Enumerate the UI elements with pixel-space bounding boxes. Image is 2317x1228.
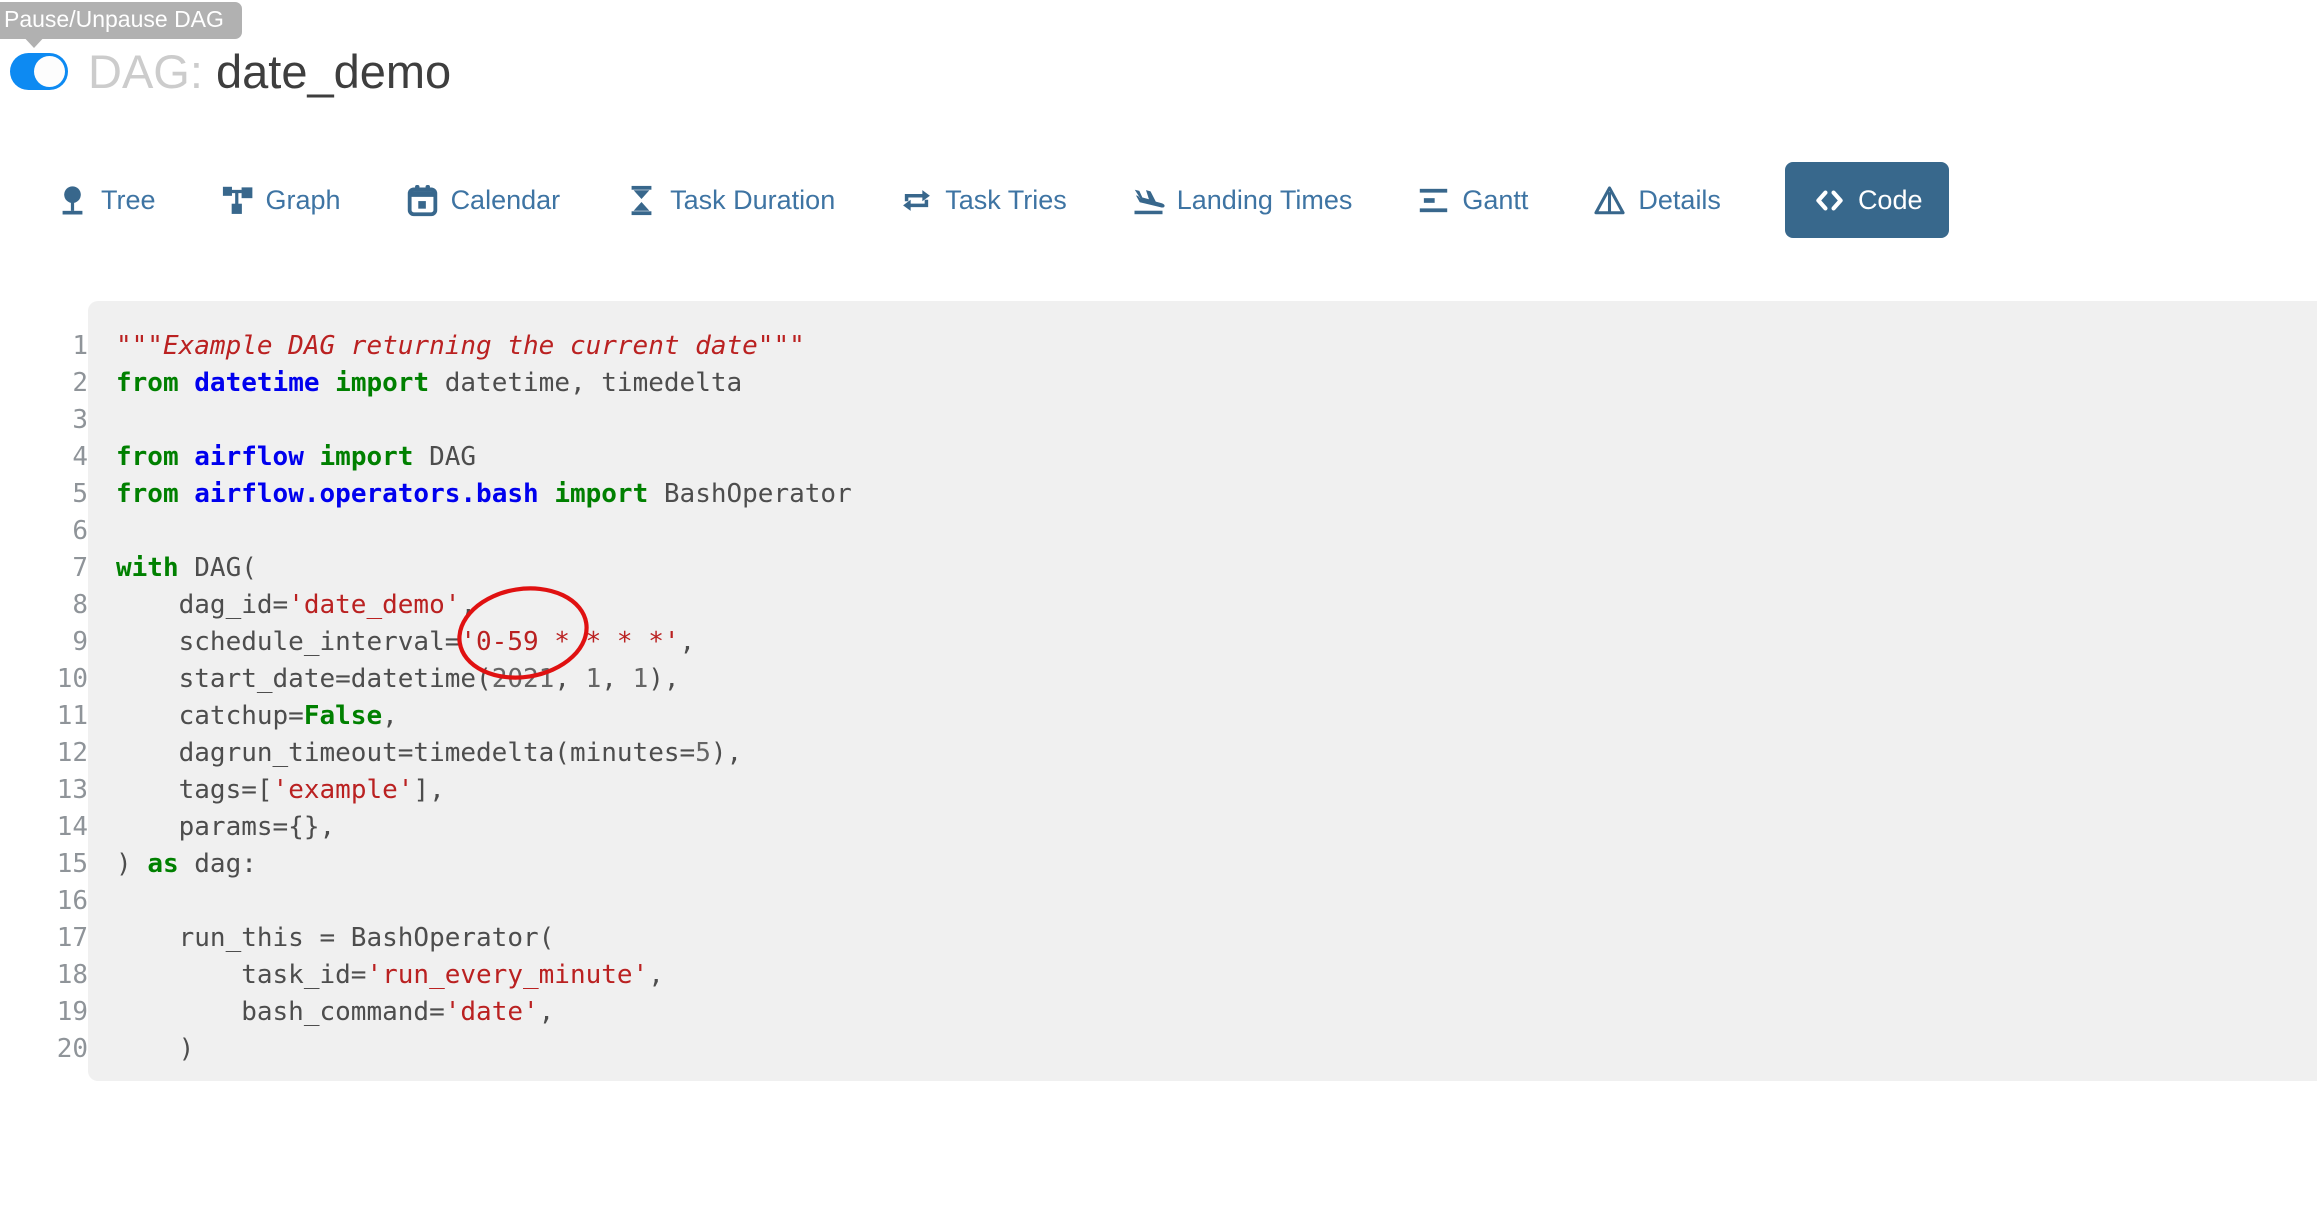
tab-label: Task Duration — [670, 185, 835, 216]
tab-label: Details — [1638, 185, 1721, 216]
code-line: dagrun_timeout=timedelta(minutes=5), — [116, 735, 2313, 772]
code-line: with DAG( — [116, 550, 2313, 587]
line-number: 4 — [0, 439, 88, 476]
line-number: 10 — [0, 661, 88, 698]
line-number: 3 — [0, 402, 88, 439]
code-line: run_this = BashOperator( — [116, 920, 2313, 957]
code-block: """Example DAG returning the current dat… — [88, 301, 2317, 1081]
hourglass-icon — [624, 183, 659, 218]
line-number: 13 — [0, 772, 88, 809]
line-number: 19 — [0, 994, 88, 1031]
tab-task-duration[interactable]: Task Duration — [624, 183, 835, 218]
code-line: from airflow.operators.bash import BashO… — [116, 476, 2313, 513]
code-line — [116, 513, 2313, 550]
code-line: dag_id='date_demo', — [116, 587, 2313, 624]
dag-title-prefix: DAG: — [88, 45, 203, 98]
dag-code-view: 1234567891011121314151617181920 """Examp… — [0, 301, 2317, 1081]
tab-gantt[interactable]: Gantt — [1416, 183, 1528, 218]
code-line: bash_command='date', — [116, 994, 2313, 1031]
dag-name: date_demo — [216, 45, 451, 98]
code-line: """Example DAG returning the current dat… — [116, 328, 2313, 365]
airflow-dag-code-page: Pause/Unpause DAG DAG: date_demo Tree — [0, 0, 2317, 1228]
code-line: start_date=datetime(2021, 1, 1), — [116, 661, 2313, 698]
line-number: 7 — [0, 550, 88, 587]
tab-label: Graph — [266, 185, 341, 216]
tab-label: Task Tries — [945, 185, 1067, 216]
line-number: 12 — [0, 735, 88, 772]
line-number: 14 — [0, 809, 88, 846]
code-line: from airflow import DAG — [116, 439, 2313, 476]
pause-unpause-toggle[interactable] — [10, 53, 68, 90]
plane-landing-icon — [1131, 183, 1166, 218]
tree-icon — [55, 183, 90, 218]
toggle-knob — [34, 56, 65, 87]
line-number: 20 — [0, 1031, 88, 1068]
tab-calendar[interactable]: Calendar — [405, 183, 561, 218]
code-line — [116, 402, 2313, 439]
line-number: 1 — [0, 328, 88, 365]
line-number: 8 — [0, 587, 88, 624]
tab-landing-times[interactable]: Landing Times — [1131, 183, 1353, 218]
line-number: 6 — [0, 513, 88, 550]
code-line — [116, 883, 2313, 920]
repeat-arrows-icon — [899, 183, 934, 218]
code-brackets-icon — [1812, 183, 1847, 218]
line-number: 15 — [0, 846, 88, 883]
line-number: 2 — [0, 365, 88, 402]
code-line: ) — [116, 1031, 2313, 1068]
tab-graph[interactable]: Graph — [220, 183, 341, 218]
gantt-bars-icon — [1416, 183, 1451, 218]
code-line: from datetime import datetime, timedelta — [116, 365, 2313, 402]
page-title: DAG: date_demo — [88, 44, 451, 99]
line-number: 16 — [0, 883, 88, 920]
view-tab-bar: Tree Graph Calendar — [55, 162, 1949, 238]
code-line: params={}, — [116, 809, 2313, 846]
tab-label: Calendar — [451, 185, 561, 216]
line-number: 5 — [0, 476, 88, 513]
line-number: 18 — [0, 957, 88, 994]
code-line: task_id='run_every_minute', — [116, 957, 2313, 994]
code-line: schedule_interval='0-59 * * * *', — [116, 624, 2313, 661]
line-number: 11 — [0, 698, 88, 735]
tab-label: Gantt — [1462, 185, 1528, 216]
line-number-gutter: 1234567891011121314151617181920 — [0, 301, 88, 1081]
calendar-icon — [405, 183, 440, 218]
tab-details[interactable]: Details — [1592, 183, 1721, 218]
tab-label: Tree — [101, 185, 156, 216]
line-number: 17 — [0, 920, 88, 957]
code-line: ) as dag: — [116, 846, 2313, 883]
code-line: tags=['example'], — [116, 772, 2313, 809]
graph-icon — [220, 183, 255, 218]
tab-label: Code — [1858, 185, 1923, 216]
tab-code[interactable]: Code — [1785, 162, 1950, 238]
code-line: catchup=False, — [116, 698, 2313, 735]
dag-header: DAG: date_demo — [10, 44, 451, 99]
tab-task-tries[interactable]: Task Tries — [899, 183, 1067, 218]
tab-label: Landing Times — [1177, 185, 1353, 216]
line-number: 9 — [0, 624, 88, 661]
triangle-icon — [1592, 183, 1627, 218]
tab-tree[interactable]: Tree — [55, 183, 156, 218]
